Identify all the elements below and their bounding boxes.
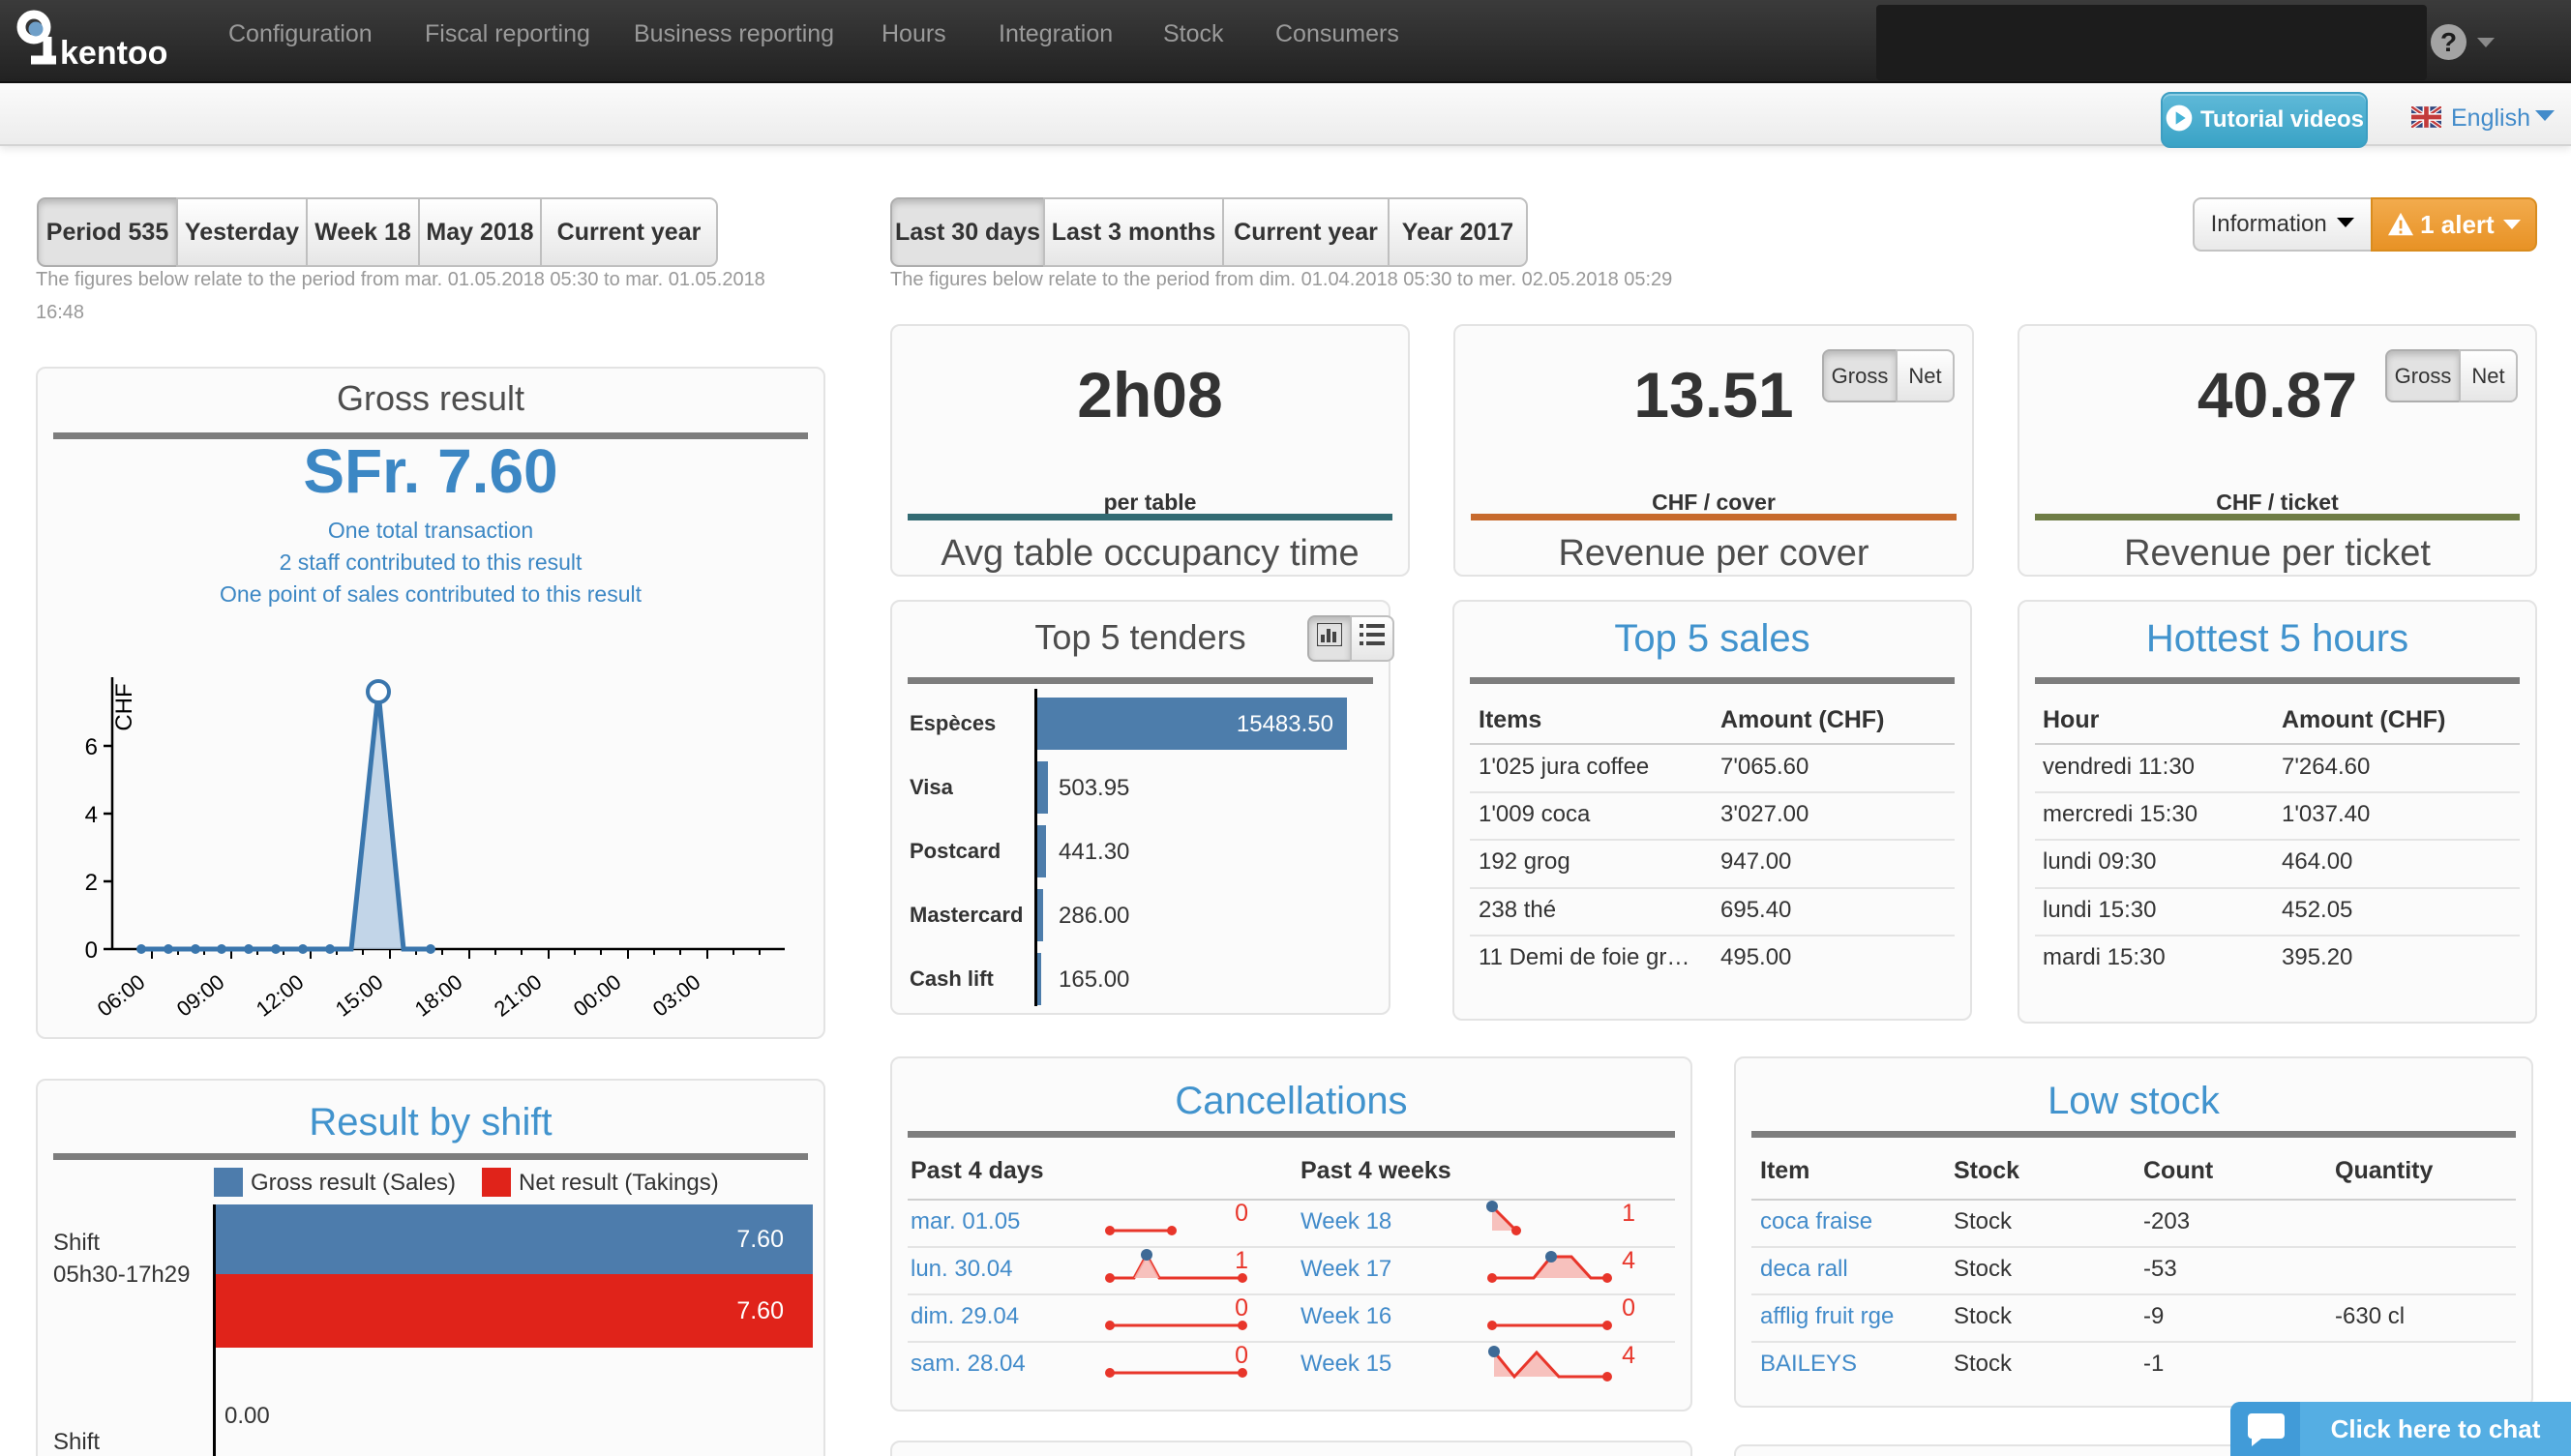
- svg-text:12:00: 12:00: [252, 969, 309, 1022]
- svg-text:09:00: 09:00: [172, 969, 229, 1022]
- svg-text:4: 4: [85, 802, 98, 828]
- svg-text:6: 6: [85, 734, 98, 760]
- svg-text:00:00: 00:00: [569, 969, 626, 1022]
- svg-text:0: 0: [85, 937, 98, 964]
- svg-text:18:00: 18:00: [410, 969, 467, 1022]
- svg-text:kentoo: kentoo: [60, 35, 167, 72]
- svg-text:21:00: 21:00: [490, 969, 547, 1022]
- svg-text:2: 2: [85, 870, 98, 896]
- svg-text:03:00: 03:00: [648, 969, 705, 1022]
- svg-text:06:00: 06:00: [93, 969, 150, 1022]
- svg-text:CHF: CHF: [111, 683, 137, 730]
- svg-text:15:00: 15:00: [331, 969, 388, 1022]
